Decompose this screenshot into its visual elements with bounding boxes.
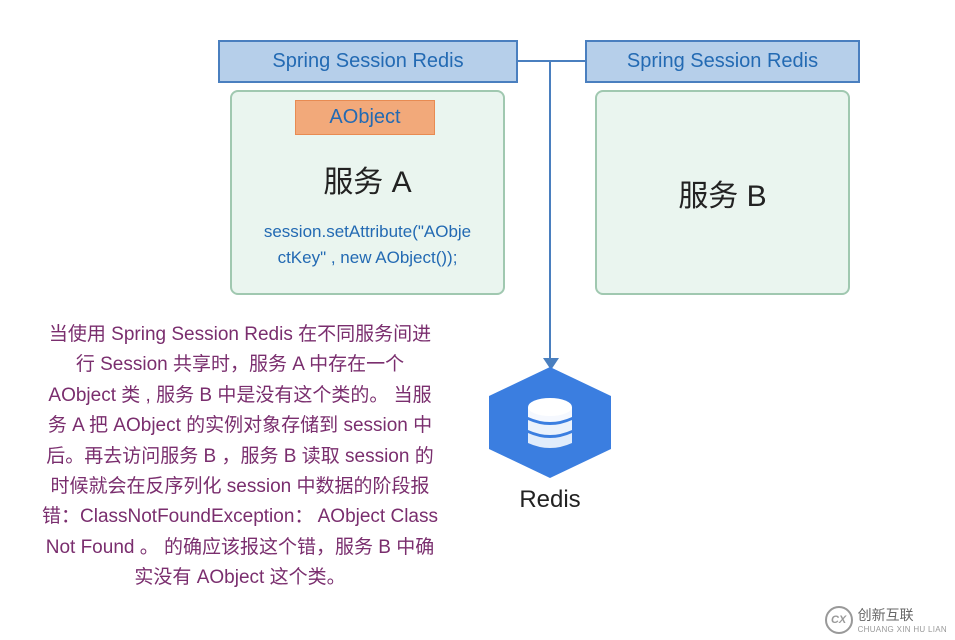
code-line-1: session.setAttribute("AObje (264, 222, 471, 241)
redis-hexagon-icon (485, 365, 615, 480)
redis-label: Redis (485, 486, 615, 514)
header-service-a: Spring Session Redis (218, 40, 518, 83)
watermark-logo-icon: CX (825, 606, 853, 634)
header-b-label: Spring Session Redis (627, 50, 818, 72)
connector-horizontal (518, 60, 585, 62)
watermark-text-block: 创新互联 CHUANG XIN HU LIAN (858, 605, 947, 634)
service-b-title: 服务 B (678, 171, 766, 215)
service-a-code: session.setAttribute("AObje ctKey" , new… (232, 219, 503, 270)
connector-vertical (549, 60, 551, 360)
aobject-tag: AObject (295, 100, 435, 135)
watermark-main: 创新互联 (858, 605, 947, 625)
aobject-tag-label: AObject (329, 106, 400, 128)
redis-block: Redis (485, 365, 615, 515)
description-text: 当使用 Spring Session Redis 在不同服务间进行 Sessio… (40, 320, 440, 594)
watermark-sub: CHUANG XIN HU LIAN (858, 625, 947, 634)
header-service-b: Spring Session Redis (585, 40, 860, 83)
service-a-title: 服务 A (232, 157, 503, 201)
watermark: CX 创新互联 CHUANG XIN HU LIAN (825, 605, 947, 634)
description-content: 当使用 Spring Session Redis 在不同服务间进行 Sessio… (42, 324, 438, 588)
code-line-2: ctKey" , new AObject()); (278, 248, 458, 267)
header-a-label: Spring Session Redis (272, 50, 463, 72)
service-b-box: 服务 B (595, 90, 850, 295)
